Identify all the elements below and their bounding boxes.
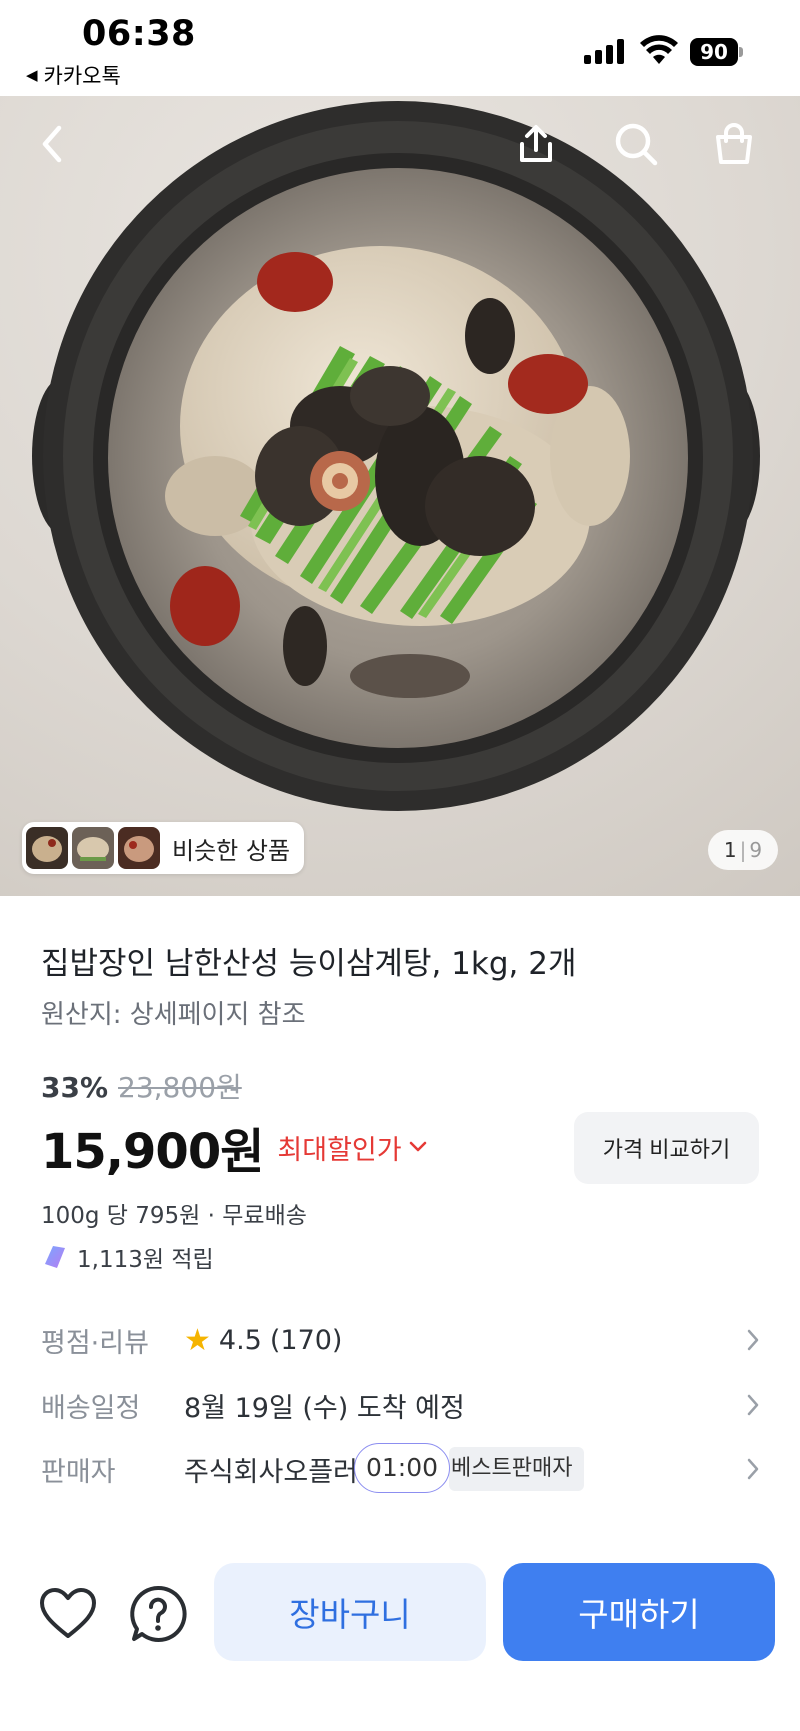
rating-value: 4.5 [218,1324,262,1356]
similar-thumbnail [118,827,160,869]
review-count: (170) [269,1324,343,1356]
pager-current: 1 [723,838,737,862]
price-row: 15,900원 최대할인가 [41,1112,428,1182]
star-icon: ★ [184,1322,211,1358]
similar-thumbnail [72,827,114,869]
back-triangle-icon: ◀ [26,66,38,84]
discount-info: 33% 23,800원 [41,1066,242,1106]
best-seller-badge: 베스트판매자 [449,1447,585,1491]
search-icon [615,123,658,166]
chevron-down-icon [409,1141,426,1152]
cart-button[interactable] [706,116,762,172]
bottom-action-bar: 장바구니 구매하기 [0,1540,800,1731]
add-to-cart-button[interactable]: 장바구니 [214,1563,486,1661]
unit-price-shipping: 100g 당 795원 · 무료배송 [41,1203,307,1229]
seller-label: 판매자 [41,1456,116,1488]
back-app-label: 카카오톡 [43,64,121,88]
chevron-right-icon [747,1458,759,1480]
product-photo [32,101,760,811]
back-button[interactable] [24,116,80,172]
image-pager: 1 | 9 [708,830,778,870]
reward-points-value: 1,113원 적립 [77,1247,214,1273]
shopping-bag-icon [716,123,752,164]
price-compare-button[interactable]: 가격 비교하기 [574,1112,759,1184]
share-icon [520,125,552,162]
wifi-icon [640,35,678,64]
similar-thumbnail [26,827,68,869]
max-discount-label: 최대할인가 [277,1134,402,1166]
reward-points: 1,113원 적립 [41,1240,214,1274]
battery-level: 90 [690,38,738,66]
buy-now-button[interactable]: 구매하기 [503,1563,775,1661]
timer-badge: 01:00 [354,1443,450,1493]
similar-products-label: 비슷한 상품 [172,836,291,865]
product-origin: 원산지: 상세페이지 참조 [41,1000,306,1030]
discount-percent: 33% [41,1071,109,1104]
rating-review-label: 평점·리뷰 [41,1327,149,1359]
max-discount-toggle[interactable]: 최대할인가 [277,1128,427,1167]
battery-icon: 90 [690,38,743,66]
sale-price: 15,900원 [41,1124,264,1180]
seller-value: 주식회사오플러 [184,1456,358,1488]
heart-icon[interactable] [38,1586,98,1642]
status-time: 06:38 [82,14,196,54]
delivery-value: 8월 19일 (수) 도착 예정 [184,1392,465,1424]
cellular-signal-icon [584,38,624,64]
share-button[interactable] [508,116,564,172]
product-title: 집밥장인 남한산성 능이삼계탕, 1kg, 2개 [41,946,577,982]
search-button[interactable] [608,116,664,172]
status-bar: 06:38 ◀ 카카오톡 90 [0,0,800,96]
chevron-right-icon [747,1394,759,1416]
original-price: 23,800원 [118,1071,242,1104]
chevron-right-icon [747,1329,759,1351]
back-icon [42,125,62,163]
pager-total: 9 [749,838,763,862]
points-icon [45,1246,65,1268]
rating-review-row[interactable]: 평점·리뷰 ★ 4.5 (170) [41,1315,761,1365]
question-icon[interactable] [128,1584,188,1644]
back-to-app-link[interactable]: ◀ 카카오톡 [26,60,121,90]
product-image-carousel[interactable]: 비슷한 상품 1 | 9 [0,96,800,896]
delivery-row[interactable]: 배송일정 8월 19일 (수) 도착 예정 [41,1380,761,1430]
similar-products-button[interactable]: 비슷한 상품 [22,822,305,874]
delivery-label: 배송일정 [41,1392,141,1424]
